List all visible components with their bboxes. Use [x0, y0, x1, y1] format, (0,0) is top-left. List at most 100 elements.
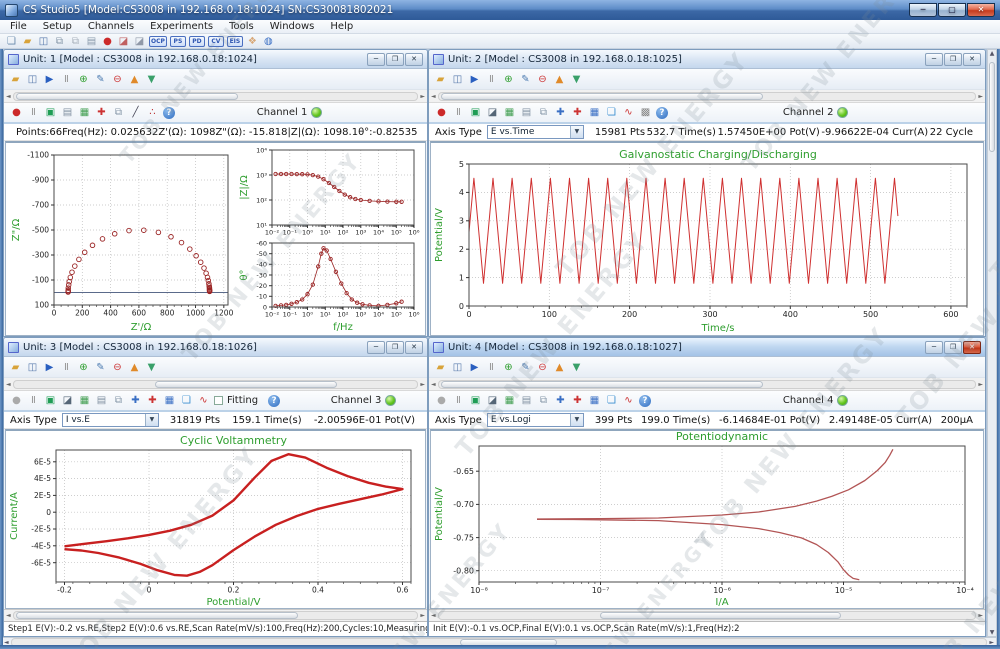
upload-icon[interactable]: ▲ [128, 73, 141, 86]
comment-icon[interactable]: ❏ [605, 394, 618, 407]
scroll-up-icon[interactable]: ▲ [990, 50, 995, 57]
printer-icon[interactable]: ▤ [520, 394, 533, 407]
pd-technique-button[interactable]: PD [189, 36, 205, 47]
image-icon[interactable]: ▦ [503, 106, 516, 119]
rec-gray-icon[interactable]: ● [435, 394, 448, 407]
add-icon[interactable]: ⊕ [502, 361, 515, 374]
print-icon[interactable]: ▤ [85, 35, 98, 48]
unit3-hscrollbar[interactable]: ◄► [4, 378, 427, 391]
edit-icon[interactable]: ✎ [519, 361, 532, 374]
save-icon[interactable]: ◫ [37, 35, 50, 48]
play-icon[interactable]: ▶ [468, 73, 481, 86]
unit4-chart-scrollbar[interactable]: ◄► [429, 609, 985, 621]
pause-icon[interactable]: Ⅱ [27, 394, 40, 407]
printer-icon[interactable]: ▤ [520, 106, 533, 119]
help-icon[interactable]: ? [656, 107, 668, 119]
copy-icon[interactable]: ⧉ [53, 35, 66, 48]
stop-icon[interactable]: ● [101, 35, 114, 48]
pen-icon[interactable]: ╱ [129, 106, 142, 119]
open-folder-icon[interactable]: ▰ [434, 361, 447, 374]
open-folder-icon[interactable]: ▰ [434, 73, 447, 86]
play-icon[interactable]: ▶ [468, 361, 481, 374]
remove-icon[interactable]: ⊖ [111, 361, 124, 374]
unit4-titlebar[interactable]: Unit: 4 [Model : CS3008 in 192.168.0.18:… [429, 338, 985, 357]
unit3-chart-scrollbar[interactable]: ◄► [4, 609, 427, 621]
scroll-left-icon[interactable]: ◄ [6, 381, 11, 388]
unit2-restore-button[interactable] [944, 53, 962, 66]
crosshair-icon[interactable]: ✚ [571, 394, 584, 407]
close-button[interactable] [967, 3, 995, 17]
edit-icon[interactable]: ✎ [94, 361, 107, 374]
play-icon[interactable]: ▶ [43, 73, 56, 86]
curve-icon[interactable]: ∿ [622, 394, 635, 407]
rec-green-icon[interactable]: ▣ [469, 106, 482, 119]
unit2-titlebar[interactable]: Unit: 2 [Model : CS3008 in 192.168.0.18:… [429, 50, 985, 69]
rec-gray-icon[interactable]: ● [10, 394, 23, 407]
scroll-left-icon[interactable]: ◄ [431, 381, 436, 388]
points-icon[interactable]: ∴ [146, 106, 159, 119]
scroll-right-icon[interactable]: ► [978, 612, 983, 619]
pause-icon[interactable]: Ⅱ [60, 73, 73, 86]
scroll-right-icon[interactable]: ► [420, 381, 425, 388]
image-icon[interactable]: ▦ [503, 394, 516, 407]
table-icon[interactable]: ▦ [588, 394, 601, 407]
chart-window-icon[interactable]: ◪ [133, 35, 146, 48]
upload-icon[interactable]: ▲ [553, 73, 566, 86]
printer-icon[interactable]: ▤ [95, 394, 108, 407]
scroll-left-icon[interactable]: ◄ [431, 612, 436, 619]
move-icon[interactable]: ✚ [554, 106, 567, 119]
unit1-restore-button[interactable] [386, 53, 404, 66]
rec-green-icon[interactable]: ▣ [44, 106, 57, 119]
mdi-vertical-scrollbar[interactable]: ▲▼ [987, 49, 997, 637]
help-icon[interactable]: ? [639, 395, 651, 407]
unit3-titlebar[interactable]: Unit: 3 [Model : CS3008 in 192.168.0.18:… [4, 338, 427, 357]
axis-type-select[interactable]: I vs.E [62, 413, 159, 427]
unit1-hscrollbar[interactable]: ◄► [4, 90, 427, 103]
menu-item[interactable]: Help [322, 21, 361, 32]
cv-technique-button[interactable]: CV [208, 36, 224, 47]
axis-type-select[interactable]: E vs.Logi [487, 413, 584, 427]
unit3-close-button[interactable] [405, 341, 423, 354]
copy-icon[interactable]: ⧉ [537, 394, 550, 407]
open-folder-icon[interactable]: ▰ [9, 361, 22, 374]
scroll-right-icon[interactable]: ► [978, 93, 983, 100]
open-folder-icon[interactable]: ▰ [9, 73, 22, 86]
crosshair-icon[interactable]: ✚ [95, 106, 108, 119]
copy-icon[interactable]: ⧉ [112, 106, 125, 119]
scroll-left-icon[interactable]: ◄ [6, 612, 11, 619]
open-folder-icon[interactable]: ▰ [21, 35, 34, 48]
comment-icon[interactable]: ❏ [605, 106, 618, 119]
rec-green-icon[interactable]: ▣ [469, 394, 482, 407]
menu-item[interactable]: Channels [80, 21, 142, 32]
scroll-down-icon[interactable]: ▼ [990, 629, 995, 636]
maximize-button[interactable] [938, 3, 966, 17]
upload-icon[interactable]: ▲ [553, 361, 566, 374]
unit1-minimize-button[interactable] [367, 53, 385, 66]
add-icon[interactable]: ⊕ [77, 361, 90, 374]
remove-icon[interactable]: ⊖ [111, 73, 124, 86]
printer-icon[interactable]: ▤ [61, 106, 74, 119]
ocp-technique-button[interactable]: OCP [149, 36, 167, 47]
scroll-left-icon[interactable]: ◄ [431, 93, 436, 100]
unit4-minimize-button[interactable] [925, 341, 943, 354]
add-icon[interactable]: ⊕ [77, 73, 90, 86]
edit-icon[interactable]: ✎ [94, 73, 107, 86]
unit2-close-button[interactable] [963, 53, 981, 66]
palette-icon[interactable]: ▩ [639, 106, 652, 119]
upload-icon[interactable]: ▲ [128, 361, 141, 374]
save-icon[interactable]: ◫ [26, 73, 39, 86]
pause-icon[interactable]: Ⅱ [60, 361, 73, 374]
axis-type-select[interactable]: E vs.Time [487, 125, 584, 139]
unit4-hscrollbar[interactable]: ◄► [429, 378, 985, 391]
curve-icon[interactable]: ∿ [622, 106, 635, 119]
unit2-minimize-button[interactable] [925, 53, 943, 66]
menu-item[interactable]: Tools [221, 21, 262, 32]
download-icon[interactable]: ▼ [570, 361, 583, 374]
crosshair-icon[interactable]: ✚ [571, 106, 584, 119]
ps-technique-button[interactable]: PS [170, 36, 186, 47]
pause-icon[interactable]: Ⅱ [27, 106, 40, 119]
pause-icon[interactable]: Ⅱ [452, 394, 465, 407]
pause-icon[interactable]: Ⅱ [452, 106, 465, 119]
unit4-close-button[interactable] [963, 341, 981, 354]
save-icon[interactable]: ◫ [26, 361, 39, 374]
